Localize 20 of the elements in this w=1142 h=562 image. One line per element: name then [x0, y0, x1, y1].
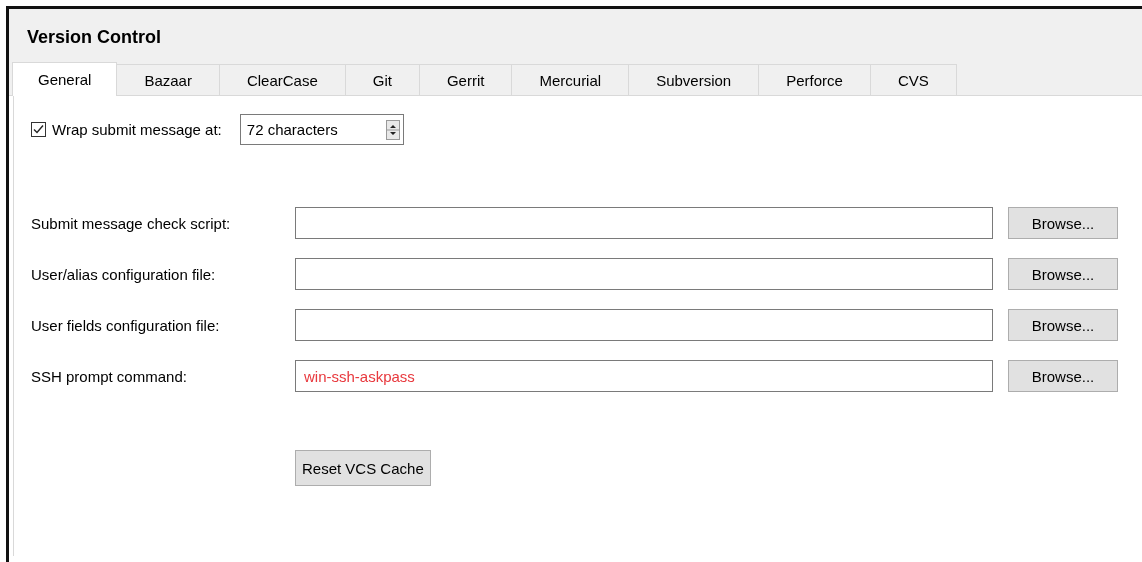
input-field[interactable]: [295, 207, 993, 239]
input-field[interactable]: [295, 309, 993, 341]
checkbox-label: Wrap submit message at:: [52, 121, 222, 138]
field-label: SSH prompt command:: [31, 367, 188, 385]
spin-box[interactable]: 72 characters: [239, 114, 404, 145]
field-label: User/alias configuration file:: [31, 265, 217, 283]
reset-button[interactable]: Reset VCS Cache: [295, 450, 431, 486]
tab[interactable]: CVS: [869, 64, 957, 95]
tab[interactable]: General: [12, 62, 118, 96]
browse-button[interactable]: Browse...: [1008, 360, 1118, 392]
spin-arrows-icon[interactable]: [385, 119, 400, 140]
browse-button[interactable]: Browse...: [1008, 309, 1118, 341]
window-title: Version Control: [27, 26, 161, 49]
checkbox[interactable]: [31, 122, 46, 137]
field-label: Submit message check script:: [31, 214, 232, 232]
browse-button[interactable]: Browse...: [1008, 258, 1118, 290]
input-field[interactable]: win-ssh-askpass: [295, 360, 993, 392]
input-field[interactable]: [295, 258, 993, 290]
field-label: User fields configuration file:: [31, 316, 221, 334]
browse-button[interactable]: Browse...: [1008, 207, 1118, 239]
